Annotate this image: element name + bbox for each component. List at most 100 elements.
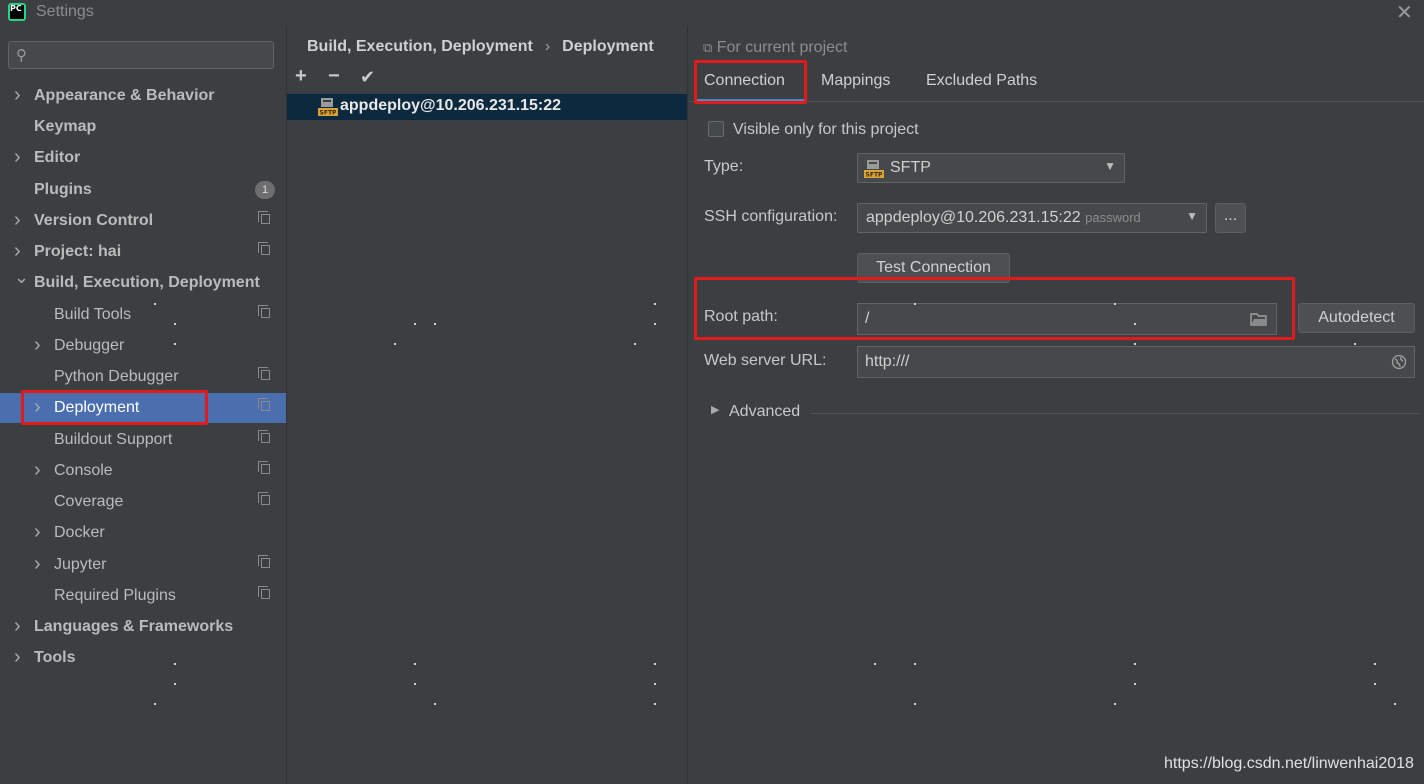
noise-dot — [414, 663, 416, 665]
breadcrumb-parent[interactable]: Build, Execution, Deployment — [307, 38, 533, 55]
sidebar-item-label: Build Tools — [54, 306, 132, 323]
noise-dot — [654, 703, 656, 705]
highlight-box-connection-tab — [694, 60, 807, 104]
sidebar-item-docker[interactable]: › Docker — [0, 518, 286, 548]
search-icon: ⚲ — [16, 47, 27, 64]
sidebar-item-console[interactable]: › Console — [0, 456, 286, 486]
advanced-divider — [810, 413, 1420, 414]
watermark: https://blog.csdn.net/linwenhai2018 — [1164, 755, 1414, 772]
noise-dot — [874, 663, 876, 665]
sidebar-item-label: Jupyter — [54, 556, 107, 573]
chevron-right-icon[interactable]: › — [14, 80, 21, 110]
sidebar-item-label: Buildout Support — [54, 431, 173, 448]
autodetect-button[interactable]: Autodetect — [1298, 303, 1415, 333]
noise-dot — [1374, 663, 1376, 665]
chevron-right-icon[interactable]: › — [14, 611, 21, 641]
sidebar-item-label: Console — [54, 462, 113, 479]
sidebar-item-plugins[interactable]: Plugins 1 — [0, 175, 286, 205]
noise-dot — [654, 303, 656, 305]
chevron-down-icon: ▼ — [1186, 209, 1198, 223]
close-icon[interactable]: ✕ — [1396, 0, 1413, 25]
project-scope-icon — [258, 492, 270, 505]
noise-dot — [914, 663, 916, 665]
chevron-right-icon[interactable]: ▶ — [711, 403, 719, 416]
pycharm-logo-icon: PC — [8, 3, 26, 21]
sidebar-item-label: Build, Execution, Deployment — [34, 274, 260, 291]
sidebar-item-languages-frameworks[interactable]: › Languages & Frameworks — [0, 612, 286, 642]
web-server-url-label: Web server URL: — [704, 352, 827, 369]
noise-dot — [174, 343, 176, 345]
noise-dot — [654, 323, 656, 325]
breadcrumb-separator: › — [544, 38, 551, 55]
chevron-right-icon[interactable]: › — [34, 330, 41, 360]
sidebar-item-python-debugger[interactable]: Python Debugger — [0, 362, 286, 392]
project-scope-icon — [258, 211, 270, 224]
sidebar-item-appearance-behavior[interactable]: › Appearance & Behavior — [0, 81, 286, 111]
noise-dot — [1134, 323, 1136, 325]
chevron-down-icon: ▼ — [1104, 159, 1116, 173]
sidebar-item-editor[interactable]: › Editor — [0, 143, 286, 173]
sidebar-item-label: Project: hai — [34, 243, 122, 260]
noise-dot — [174, 683, 176, 685]
web-server-url-input[interactable]: http:/// — [857, 346, 1415, 378]
update-count-badge: 1 — [255, 181, 275, 199]
search-input[interactable]: ⚲ — [8, 41, 274, 69]
sidebar-item-build-execution-deployment[interactable]: ⌄ Build, Execution, Deployment — [0, 267, 286, 298]
noise-dot — [654, 663, 656, 665]
chevron-down-icon[interactable]: ⌄ — [14, 262, 29, 292]
highlight-box-deployment — [21, 390, 208, 425]
sidebar-item-coverage[interactable]: Coverage — [0, 487, 286, 517]
project-scope-icon — [258, 242, 270, 255]
svg-text:SFTP: SFTP — [866, 172, 884, 179]
ssh-config-select[interactable]: appdeploy@10.206.231.15:22 password ▼ — [857, 203, 1207, 233]
noise-dot — [174, 323, 176, 325]
visible-only-label[interactable]: Visible only for this project — [733, 121, 919, 139]
sidebar-item-build-tools[interactable]: Build Tools — [0, 300, 286, 330]
title-bar — [0, 0, 1424, 26]
sidebar-item-project-hai[interactable]: › Project: hai — [0, 237, 286, 267]
ssh-config-label: SSH configuration: — [704, 208, 838, 225]
project-scope-icon — [258, 586, 270, 599]
project-scope-icon — [258, 398, 270, 411]
remove-server-button[interactable]: − — [328, 65, 340, 88]
server-name: appdeploy@10.206.231.15:22 — [340, 97, 562, 114]
ssh-config-browse-button[interactable]: ... — [1215, 203, 1246, 233]
sidebar-item-keymap[interactable]: Keymap — [0, 112, 286, 142]
sidebar-item-version-control[interactable]: › Version Control — [0, 206, 286, 236]
sidebar-item-required-plugins[interactable]: Required Plugins — [0, 581, 286, 611]
sidebar-item-tools[interactable]: › Tools — [0, 643, 286, 673]
sidebar-item-label: Docker — [54, 524, 105, 541]
visible-only-checkbox[interactable] — [708, 121, 724, 137]
type-select[interactable]: SFTP SFTP ▼ — [857, 153, 1125, 183]
tab-mappings[interactable]: Mappings — [821, 72, 890, 90]
chevron-right-icon[interactable]: › — [34, 549, 41, 579]
noise-dot — [1114, 703, 1116, 705]
ssh-config-value: appdeploy@10.206.231.15:22 password — [866, 209, 1141, 226]
noise-dot — [634, 343, 636, 345]
server-list-item[interactable]: SFTP appdeploy@10.206.231.15:22 — [287, 94, 687, 120]
noise-dot — [414, 323, 416, 325]
sidebar-item-label: Required Plugins — [54, 587, 176, 604]
sidebar-item-label: Plugins — [34, 181, 92, 198]
chevron-right-icon[interactable]: › — [34, 517, 41, 547]
sidebar-item-label: Editor — [34, 149, 81, 166]
advanced-section-toggle[interactable]: Advanced — [729, 403, 800, 421]
sftp-type-icon: SFTP — [864, 160, 884, 179]
chevron-right-icon[interactable]: › — [14, 642, 21, 672]
noise-dot — [434, 323, 436, 325]
sidebar-item-jupyter[interactable]: › Jupyter — [0, 550, 286, 580]
add-server-button[interactable]: + — [295, 65, 307, 88]
noise-dot — [1374, 683, 1376, 685]
globe-icon[interactable] — [1391, 354, 1407, 370]
sidebar-item-label: Python Debugger — [54, 368, 179, 385]
sidebar-item-debugger[interactable]: › Debugger — [0, 331, 286, 361]
noise-dot — [394, 343, 396, 345]
tab-excluded-paths[interactable]: Excluded Paths — [926, 72, 1037, 90]
chevron-right-icon[interactable]: › — [34, 455, 41, 485]
type-value: SFTP — [890, 159, 931, 176]
sidebar-item-buildout-support[interactable]: Buildout Support — [0, 425, 286, 455]
noise-dot — [174, 663, 176, 665]
chevron-right-icon[interactable]: › — [14, 205, 21, 235]
chevron-right-icon[interactable]: › — [14, 142, 21, 172]
set-default-button[interactable]: ✔ — [360, 67, 375, 88]
